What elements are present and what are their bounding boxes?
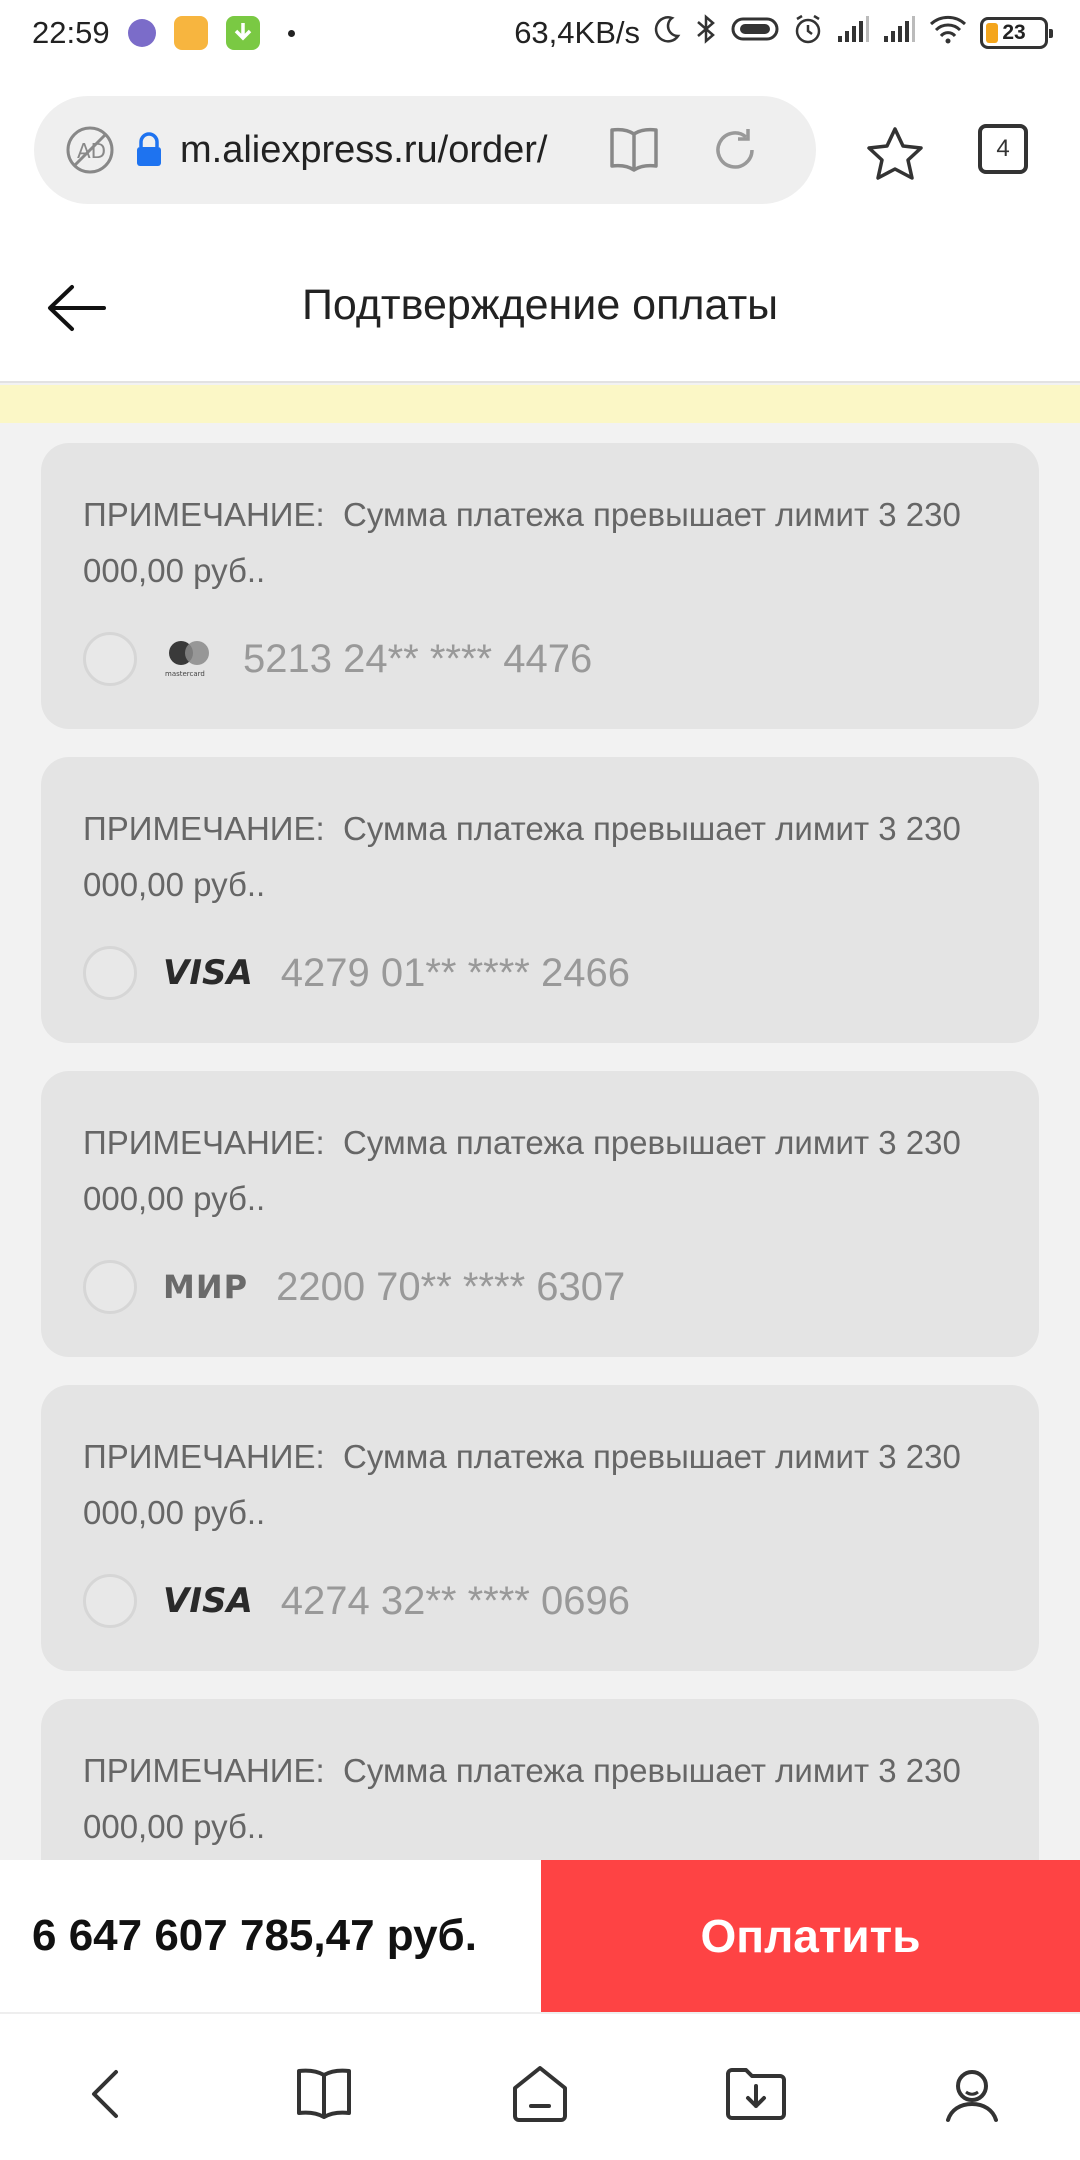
book-icon[interactable] [606, 126, 662, 174]
card-number: 2200 70** **** 6307 [276, 1264, 626, 1309]
nav-back-button[interactable] [66, 2054, 146, 2134]
url-text[interactable]: m.aliexpress.ru/order/ [180, 129, 580, 172]
battery-indicator: 23 [980, 17, 1053, 49]
signal-icon-1 [836, 14, 870, 52]
limit-note: ПРИМЕЧАНИЕ: Сумма платежа превышает лими… [83, 1115, 983, 1227]
checkout-bar: 6 647 607 785,47 руб. Оплатить [0, 1860, 1080, 2012]
network-speed: 63,4KB/s [514, 15, 640, 50]
nav-home-button[interactable] [500, 2054, 580, 2134]
payment-card-option[interactable]: ПРИМЕЧАНИЕ: Сумма платежа превышает лими… [41, 1699, 1039, 1860]
book-icon [297, 2068, 351, 2119]
lock-icon [134, 132, 164, 168]
note-label: ПРИМЕЧАНИЕ: [83, 1438, 325, 1475]
visa-logo-icon: VISA [163, 953, 253, 993]
page-title: Подтверждение оплаты [301, 281, 779, 329]
card-number: 4279 01** **** 2466 [280, 950, 630, 995]
card-row: VISA 4274 32** **** 0696 [83, 1573, 630, 1629]
signal-icon-2 [882, 14, 916, 52]
address-bar[interactable]: AD m.aliexpress.ru/order/ [34, 96, 816, 204]
note-label: ПРИМЕЧАНИЕ: [83, 810, 325, 847]
alarm-icon [792, 13, 824, 53]
profile-icon [946, 2070, 998, 2122]
star-icon [867, 127, 923, 180]
card-number: 4274 32** **** 0696 [280, 1578, 630, 1623]
moon-icon [652, 14, 682, 52]
note-label: ПРИМЕЧАНИЕ: [83, 1752, 325, 1789]
payment-card-option[interactable]: ПРИМЕЧАНИЕ: Сумма платежа превышает лими… [41, 757, 1039, 1043]
payment-card-option[interactable]: ПРИМЕЧАНИЕ: Сумма платежа превышает лими… [41, 1071, 1039, 1357]
note-label: ПРИМЕЧАНИЕ: [83, 1124, 325, 1161]
tabs-button[interactable]: 4 [978, 124, 1028, 174]
card-radio[interactable] [83, 946, 137, 1000]
page-header: Подтверждение оплаты [0, 231, 1080, 383]
order-total: 6 647 607 785,47 руб. [32, 1911, 477, 1960]
mastercard-logo-icon: mastercard [163, 638, 215, 680]
status-time: 22:59 [32, 15, 110, 50]
app-notification-icon [127, 19, 156, 47]
message-notification-icon [173, 16, 208, 50]
pay-button[interactable]: Оплатить [541, 1860, 1080, 2012]
vibrate-icon [730, 14, 780, 52]
card-row: МИР 2200 70** **** 6307 [83, 1259, 625, 1315]
card-radio[interactable] [83, 632, 137, 686]
payment-card-list: ПРИМЕЧАНИЕ: Сумма платежа превышает лими… [0, 423, 1080, 1860]
download-notification-icon [225, 16, 260, 50]
tab-count: 4 [996, 135, 1010, 162]
reload-icon[interactable] [710, 125, 760, 175]
mir-logo-icon: МИР [163, 1268, 249, 1306]
browser-toolbar: AD m.aliexpress.ru/order/ 4 [0, 66, 1080, 231]
payment-card-option[interactable]: ПРИМЕЧАНИЕ: Сумма платежа превышает лими… [41, 1385, 1039, 1671]
limit-note: ПРИМЕЧАНИЕ: Сумма платежа превышает лими… [83, 487, 983, 599]
note-label: ПРИМЕЧАНИЕ: [83, 496, 325, 533]
notice-strip [0, 385, 1080, 423]
bookmark-star-button[interactable] [862, 121, 928, 187]
bluetooth-icon [694, 12, 718, 54]
limit-note: ПРИМЕЧАНИЕ: Сумма платежа превышает лими… [83, 801, 983, 913]
nav-downloads-button[interactable] [716, 2054, 796, 2134]
chevron-left-icon [92, 2070, 118, 2118]
browser-nav-bar [0, 2012, 1080, 2160]
home-icon [513, 2066, 567, 2122]
payment-card-option[interactable]: ПРИМЕЧАНИЕ: Сумма платежа превышает лими… [41, 443, 1039, 729]
card-radio[interactable] [83, 1260, 137, 1314]
nav-bookmarks-button[interactable] [284, 2054, 364, 2134]
card-number: 5213 24** **** 4476 [243, 636, 593, 681]
more-notifications-dot [287, 29, 295, 37]
card-radio[interactable] [83, 1574, 137, 1628]
nav-profile-button[interactable] [932, 2054, 1012, 2134]
card-row: VISA 4279 01** **** 2466 [83, 945, 630, 1001]
limit-note: ПРИМЕЧАНИЕ: Сумма платежа превышает лими… [83, 1429, 983, 1541]
wifi-icon [928, 14, 968, 52]
battery-level: 23 [1002, 21, 1026, 44]
ad-block-icon[interactable]: AD [64, 124, 116, 176]
card-row: mastercard 5213 24** **** 4476 [83, 631, 592, 687]
download-folder-icon [726, 2068, 786, 2120]
visa-logo-icon: VISA [163, 1581, 253, 1621]
limit-note: ПРИМЕЧАНИЕ: Сумма платежа превышает лими… [83, 1743, 983, 1855]
status-bar: 22:59 63,4KB/s 23 [0, 0, 1080, 66]
brand-label: mastercard [165, 670, 205, 678]
